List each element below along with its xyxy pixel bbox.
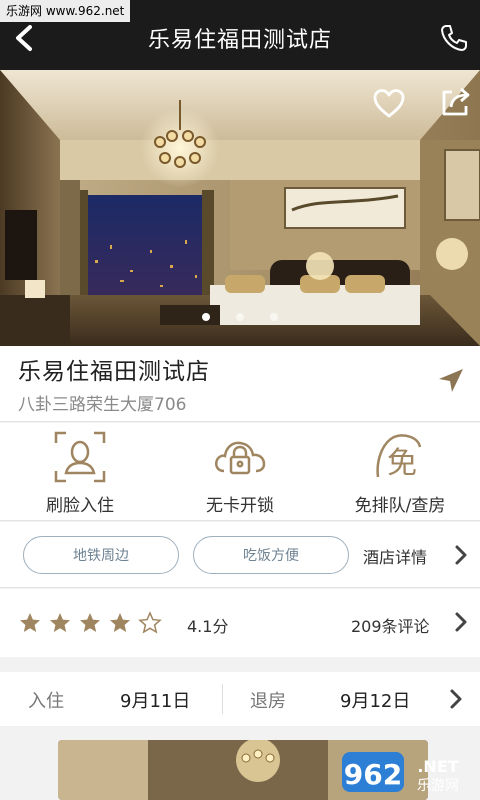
tags-row: 地铁周边 吃饭方便 酒店详情 — [0, 522, 480, 588]
star-filled-icon — [50, 613, 70, 632]
service-label: 免排队/查房 — [354, 496, 446, 516]
call-button[interactable] — [436, 18, 472, 58]
carousel-dot[interactable] — [202, 313, 210, 321]
cloud-lock-icon — [215, 441, 266, 475]
star-filled-icon — [80, 613, 100, 632]
carousel-dot[interactable] — [236, 313, 244, 321]
review-count[interactable]: 209条评论 — [351, 613, 430, 637]
chevron-right-icon[interactable] — [453, 544, 469, 566]
service-cardless-unlock[interactable]: 无卡开锁 — [160, 423, 320, 520]
svg-text:.NET: .NET — [417, 757, 458, 776]
phone-icon — [441, 25, 467, 51]
rating-score: 4.1分 — [187, 617, 229, 636]
hotel-details-link[interactable]: 酒店详情 — [363, 544, 427, 568]
svg-text:乐游网: 乐游网 — [417, 778, 459, 794]
chevron-right-icon[interactable] — [448, 688, 464, 710]
hotel-info: 乐易住福田测试店 八卦三路荣生大厦706 — [0, 346, 480, 422]
rating-row[interactable]: 4.1分 209条评论 — [0, 589, 480, 657]
service-features: 刷脸入住 无卡开锁 免 免排队/查房 — [0, 423, 480, 521]
hotel-address: 八卦三路荣生大厦706 — [18, 395, 187, 415]
star-rating — [18, 611, 162, 635]
site-watermark: 乐游网 www.962.net — [0, 0, 131, 22]
hotel-room-photo — [0, 70, 480, 346]
face-scan-icon — [54, 431, 106, 483]
star-filled-icon — [20, 613, 40, 632]
checkin-label: 入住 — [28, 691, 64, 712]
checkout-label: 退房 — [250, 691, 286, 712]
svg-text:免: 免 — [387, 446, 417, 481]
service-no-queue[interactable]: 免 免排队/查房 — [320, 423, 480, 520]
date-divider — [222, 684, 223, 714]
carousel-dot[interactable] — [270, 313, 278, 321]
star-filled-icon — [110, 613, 130, 632]
tag-subway[interactable]: 地铁周边 — [23, 536, 179, 574]
service-label: 刷脸入住 — [46, 496, 114, 516]
checkin-date[interactable]: 9月11日 — [120, 687, 190, 713]
service-label: 无卡开锁 — [206, 496, 274, 516]
site-logo-watermark: 962 .NET 乐游网 — [342, 748, 472, 796]
back-arrow-icon — [16, 25, 32, 51]
share-icon[interactable] — [440, 86, 472, 118]
service-face-checkin[interactable]: 刷脸入住 — [0, 423, 160, 520]
mian-badge-icon: 免 — [376, 434, 422, 481]
hotel-name: 乐易住福田测试店 — [18, 359, 210, 385]
chevron-right-icon[interactable] — [453, 611, 469, 633]
page-title: 乐易住福田测试店 — [147, 28, 332, 53]
svg-text:962: 962 — [344, 758, 402, 791]
back-button[interactable] — [6, 18, 42, 58]
carousel-indicator — [0, 313, 480, 321]
logo-962-icon: 962 .NET 乐游网 — [342, 752, 459, 794]
checkout-date[interactable]: 9月12日 — [340, 687, 410, 713]
stay-dates[interactable]: 入住 9月11日 退房 9月12日 — [0, 672, 480, 726]
star-empty-icon — [138, 611, 162, 634]
heart-icon[interactable] — [372, 87, 406, 119]
tag-dining[interactable]: 吃饭方便 — [193, 536, 349, 574]
navigation-arrow-icon[interactable] — [436, 366, 466, 396]
hotel-photo-carousel[interactable] — [0, 70, 480, 346]
